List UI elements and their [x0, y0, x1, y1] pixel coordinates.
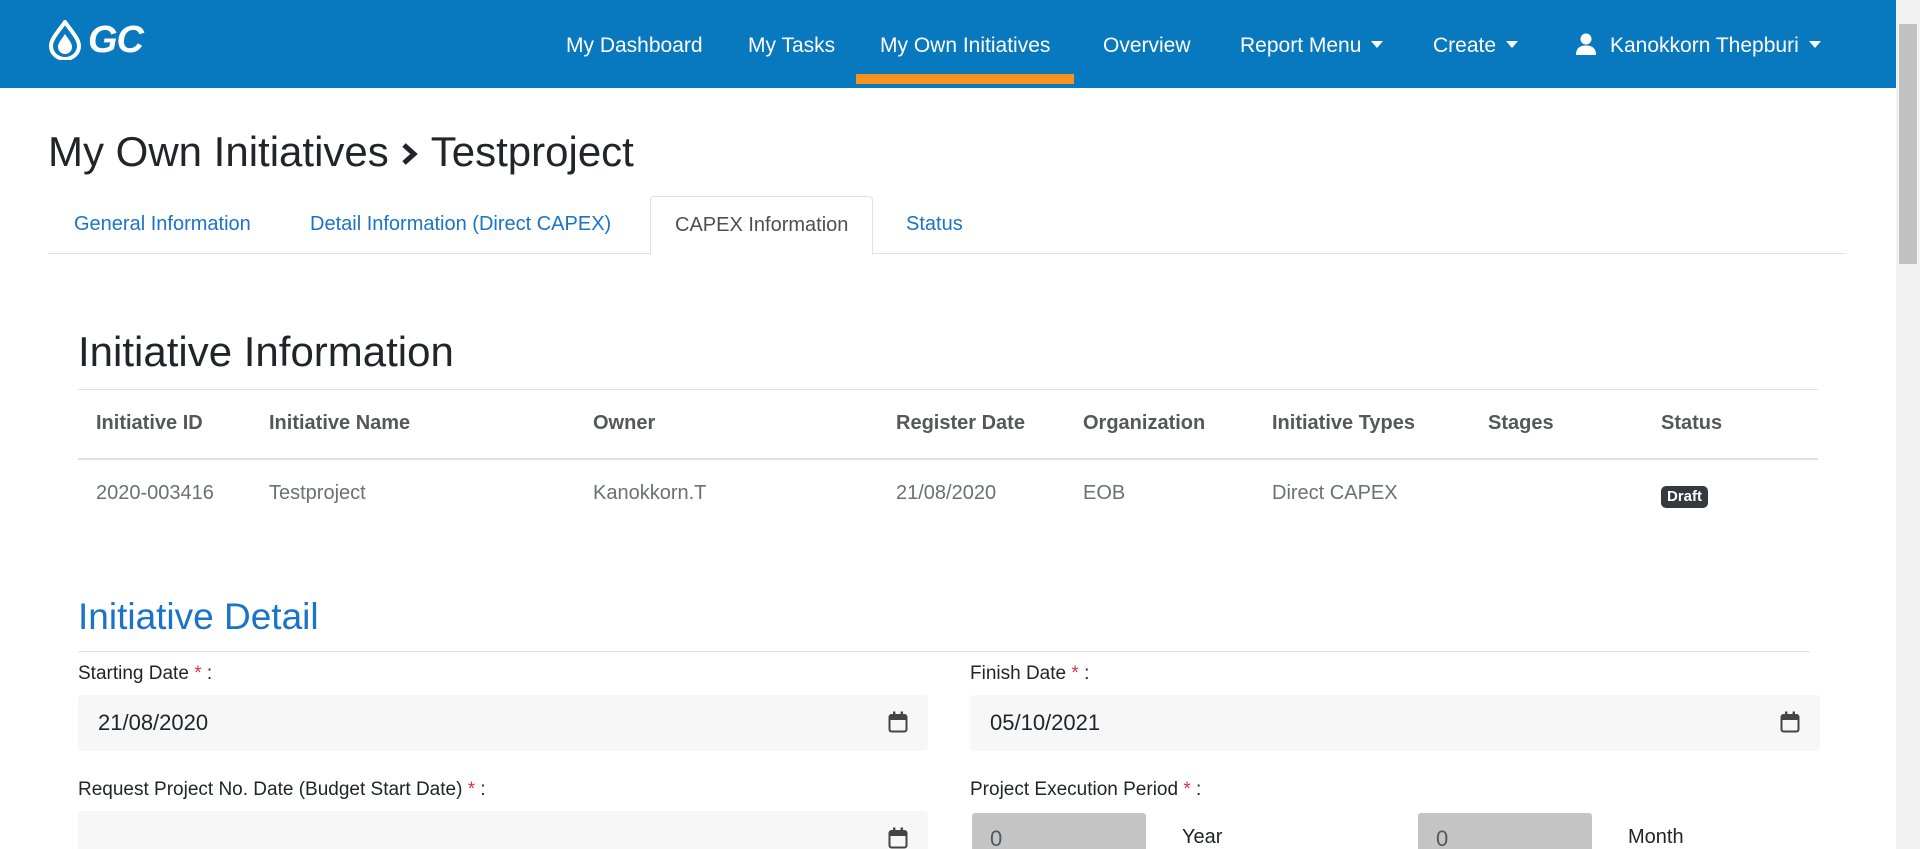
year-unit-label: Year [1182, 826, 1223, 848]
nav-create[interactable]: Create [1433, 32, 1519, 60]
tab-detail-information[interactable]: Detail Information (Direct CAPEX) [284, 196, 637, 254]
calendar-icon[interactable] [888, 827, 908, 849]
label-colon: : [206, 663, 213, 684]
label-colon: : [480, 779, 486, 800]
breadcrumb: My Own Initiatives Testproject [48, 128, 634, 176]
execution-period-label-text: Project Execution Period [970, 779, 1179, 800]
tab-general-information[interactable]: General Information [48, 196, 277, 254]
nav-create-label: Create [1433, 34, 1497, 57]
execution-year-input[interactable]: 0 [972, 813, 1146, 849]
droplet-logo-icon [48, 20, 82, 60]
label-colon: : [1084, 663, 1090, 684]
user-icon [1576, 33, 1596, 56]
request-date-input[interactable] [78, 811, 928, 849]
cell-initiative-id: 2020-003416 [96, 482, 214, 504]
table-row[interactable]: 2020-003416 Testproject Kanokkorn.T 21/0… [78, 460, 1818, 528]
nav-my-tasks[interactable]: My Tasks [748, 32, 835, 60]
calendar-icon[interactable] [888, 711, 908, 733]
caret-down-icon [1506, 41, 1519, 49]
nav-overview[interactable]: Overview [1103, 32, 1191, 60]
request-date-label-text: Request Project No. Date (Budget Start D… [78, 779, 463, 800]
month-unit-label: Month [1628, 826, 1684, 848]
execution-month-input[interactable]: 0 [1418, 813, 1592, 849]
col-owner: Owner [593, 412, 656, 434]
col-initiative-name: Initiative Name [269, 412, 411, 434]
cell-register-date: 21/08/2020 [896, 482, 997, 504]
starting-date-input[interactable]: 21/08/2020 [78, 695, 928, 751]
col-stages: Stages [1488, 412, 1554, 434]
finish-date-label: Finish Date * : [970, 663, 1089, 685]
nav-report-menu-label: Report Menu [1240, 34, 1362, 57]
col-initiative-types: Initiative Types [1272, 412, 1416, 434]
finish-date-label-text: Finish Date [970, 663, 1067, 684]
status-badge: Draft [1661, 486, 1709, 508]
starting-date-label-text: Starting Date [78, 663, 189, 684]
finish-date-value: 05/10/2021 [990, 710, 1101, 735]
user-name: Kanokkorn Thepburi [1610, 34, 1799, 57]
col-organization: Organization [1083, 412, 1206, 434]
calendar-icon[interactable] [1780, 711, 1800, 733]
tab-capex-information[interactable]: CAPEX Information [650, 196, 874, 255]
page-scrollbar[interactable] [1896, 0, 1920, 849]
initiative-information-title: Initiative Information [78, 328, 454, 375]
divider [78, 651, 1810, 652]
label-colon: : [1196, 779, 1202, 800]
cell-initiative-name: Testproject [269, 482, 366, 504]
required-mark: * [467, 779, 476, 800]
cell-owner: Kanokkorn.T [593, 482, 707, 504]
required-mark: * [194, 663, 202, 684]
scrollbar-thumb[interactable] [1899, 24, 1917, 264]
tab-status[interactable]: Status [880, 196, 989, 254]
col-register-date: Register Date [896, 412, 1025, 434]
nav-my-own-initiatives[interactable]: My Own Initiatives [855, 32, 1075, 84]
caret-down-icon [1371, 41, 1384, 49]
starting-date-value: 21/08/2020 [98, 710, 209, 735]
execution-period-label: Project Execution Period * : [970, 779, 1201, 801]
breadcrumb-current: Testproject [430, 128, 634, 175]
top-navbar: GC My Dashboard My Tasks My Own Initiati… [0, 0, 1896, 88]
required-mark: * [1183, 779, 1191, 800]
col-initiative-id: Initiative ID [96, 412, 203, 434]
cell-organization: EOB [1083, 482, 1126, 504]
nav-report-menu[interactable]: Report Menu [1240, 32, 1384, 60]
tab-bar: General Information Detail Information (… [48, 196, 1846, 255]
logo-text: GC [88, 18, 144, 61]
finish-date-input[interactable]: 05/10/2021 [970, 695, 1820, 751]
chevron-right-icon [401, 128, 419, 176]
nav-my-dashboard[interactable]: My Dashboard [566, 32, 703, 60]
gc-logo[interactable]: GC [48, 18, 182, 62]
breadcrumb-parent[interactable]: My Own Initiatives [48, 128, 389, 176]
request-date-label: Request Project No. Date (Budget Start D… [78, 779, 486, 801]
required-mark: * [1071, 663, 1079, 684]
col-status: Status [1661, 412, 1723, 434]
cell-initiative-type: Direct CAPEX [1272, 482, 1398, 504]
table-header: Initiative ID Initiative Name Owner Regi… [78, 390, 1818, 460]
nav-user-menu[interactable]: Kanokkorn Thepburi [1576, 32, 1821, 60]
initiative-detail-title: Initiative Detail [78, 596, 319, 637]
cell-status: Draft [1661, 484, 1709, 508]
caret-down-icon [1808, 41, 1821, 49]
starting-date-label: Starting Date * : [78, 663, 212, 685]
